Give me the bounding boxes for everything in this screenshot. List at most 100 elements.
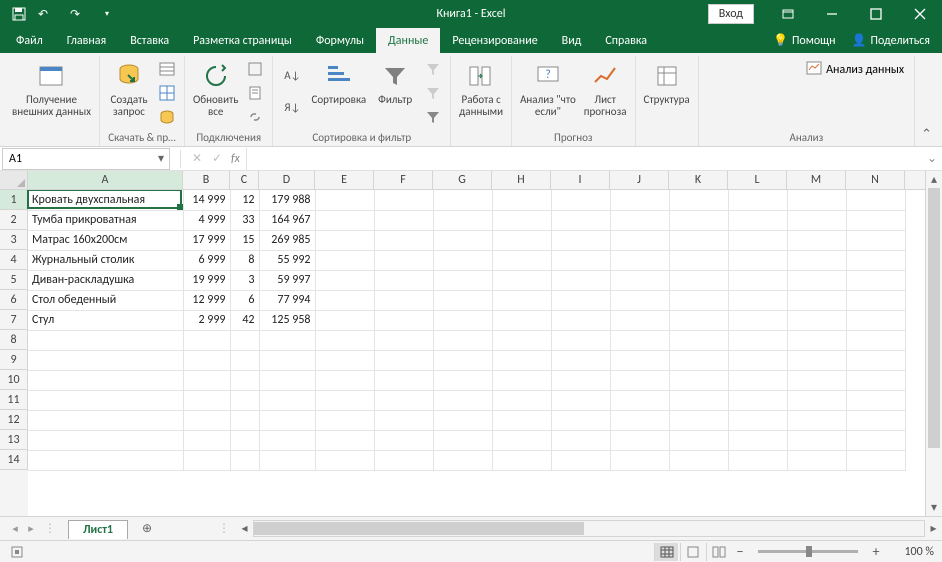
cell[interactable] <box>787 310 846 330</box>
row-header[interactable]: 2 <box>0 210 28 230</box>
save-icon[interactable] <box>8 3 30 25</box>
tab-formulas[interactable]: Формулы <box>304 28 376 53</box>
cell[interactable] <box>728 270 787 290</box>
ribbon-display-icon[interactable] <box>766 0 810 28</box>
cell[interactable] <box>433 430 492 450</box>
undo-icon[interactable]: ↶ <box>32 3 54 25</box>
cell[interactable]: 55 992 <box>259 250 315 270</box>
cell[interactable]: 6 999 <box>183 250 230 270</box>
cell[interactable]: Кровать двухспальная <box>28 190 183 210</box>
cell[interactable] <box>183 430 230 450</box>
zoom-level[interactable]: 100 % <box>892 545 934 559</box>
cell[interactable] <box>374 430 433 450</box>
column-header[interactable]: A <box>28 171 183 189</box>
cell[interactable] <box>669 330 728 350</box>
cell[interactable] <box>551 450 610 470</box>
cell[interactable] <box>374 390 433 410</box>
cell[interactable] <box>315 370 374 390</box>
expand-formula-bar-icon[interactable]: ⌄ <box>922 151 942 166</box>
data-tools-button[interactable]: Работа с данными <box>457 58 505 118</box>
cell[interactable] <box>728 330 787 350</box>
cell[interactable] <box>492 270 551 290</box>
column-header[interactable]: E <box>315 171 374 189</box>
cell[interactable] <box>492 370 551 390</box>
cell[interactable] <box>374 370 433 390</box>
tab-view[interactable]: Вид <box>550 28 594 53</box>
cell[interactable]: 3 <box>230 270 259 290</box>
cell[interactable] <box>669 410 728 430</box>
show-queries-button[interactable] <box>156 58 178 80</box>
cell[interactable] <box>259 410 315 430</box>
column-header[interactable]: K <box>669 171 728 189</box>
cell[interactable]: 19 999 <box>183 270 230 290</box>
cell[interactable]: 14 999 <box>183 190 230 210</box>
close-icon[interactable] <box>898 0 942 28</box>
cell[interactable] <box>433 450 492 470</box>
new-query-button[interactable]: Создать запрос <box>106 58 152 118</box>
formula-input[interactable] <box>246 148 922 170</box>
row-header[interactable]: 14 <box>0 450 28 470</box>
cell[interactable] <box>846 310 905 330</box>
cell[interactable] <box>183 390 230 410</box>
cell[interactable] <box>492 250 551 270</box>
cell[interactable] <box>610 370 669 390</box>
cell[interactable] <box>315 430 374 450</box>
add-sheet-button[interactable]: ⊕ <box>136 518 158 540</box>
data-analysis-button[interactable]: Анализ данных <box>802 58 908 82</box>
row-header[interactable]: 5 <box>0 270 28 290</box>
cell[interactable] <box>183 410 230 430</box>
row-header[interactable]: 12 <box>0 410 28 430</box>
cell[interactable] <box>787 450 846 470</box>
maximize-icon[interactable] <box>854 0 898 28</box>
cell[interactable]: 269 985 <box>259 230 315 250</box>
cell[interactable] <box>230 430 259 450</box>
cell[interactable] <box>787 350 846 370</box>
zoom-slider[interactable] <box>758 550 858 553</box>
cell[interactable] <box>374 270 433 290</box>
tab-scroll-left-icon[interactable]: ◂ <box>8 522 22 536</box>
cell[interactable]: 42 <box>230 310 259 330</box>
scroll-left-icon[interactable]: ◂ <box>236 520 253 537</box>
cell[interactable] <box>315 410 374 430</box>
cell[interactable] <box>610 390 669 410</box>
cell[interactable] <box>315 310 374 330</box>
recent-sources-button[interactable] <box>156 106 178 128</box>
cell[interactable] <box>28 450 183 470</box>
select-all-button[interactable] <box>0 171 28 189</box>
cell[interactable] <box>374 410 433 430</box>
cell[interactable] <box>433 350 492 370</box>
cell[interactable] <box>433 390 492 410</box>
cell[interactable] <box>28 430 183 450</box>
cell[interactable] <box>787 370 846 390</box>
cell[interactable] <box>787 290 846 310</box>
cell[interactable] <box>259 450 315 470</box>
cell[interactable] <box>374 450 433 470</box>
sort-button[interactable]: Сортировка <box>309 58 368 106</box>
cell[interactable] <box>610 430 669 450</box>
cell[interactable] <box>610 210 669 230</box>
forecast-sheet-button[interactable]: Лист прогноза <box>582 58 629 118</box>
cell[interactable] <box>787 210 846 230</box>
cell[interactable] <box>315 330 374 350</box>
column-header[interactable]: M <box>787 171 846 189</box>
cell[interactable] <box>230 330 259 350</box>
cell[interactable] <box>433 250 492 270</box>
tab-data[interactable]: Данные <box>376 28 440 53</box>
cell[interactable] <box>492 290 551 310</box>
cell[interactable] <box>787 330 846 350</box>
cell[interactable] <box>28 410 183 430</box>
cell[interactable]: 164 967 <box>259 210 315 230</box>
accept-formula-icon[interactable]: ✓ <box>207 149 227 169</box>
cell[interactable]: Тумба прикроватная <box>28 210 183 230</box>
advanced-filter-button[interactable] <box>422 106 444 128</box>
cell[interactable] <box>551 270 610 290</box>
cell[interactable] <box>374 230 433 250</box>
cell[interactable]: 4 999 <box>183 210 230 230</box>
column-header[interactable]: D <box>259 171 315 189</box>
scroll-down-icon[interactable]: ▾ <box>926 499 942 516</box>
cell[interactable] <box>28 330 183 350</box>
page-layout-view-icon[interactable] <box>680 543 704 561</box>
cell[interactable] <box>374 350 433 370</box>
cell[interactable] <box>492 410 551 430</box>
cell[interactable] <box>669 210 728 230</box>
